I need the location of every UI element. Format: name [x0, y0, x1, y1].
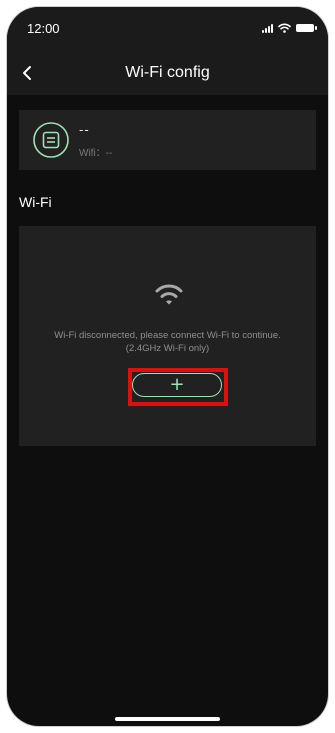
- wifi-disconnected-message: Wi-Fi disconnected, please connect Wi-Fi…: [19, 329, 316, 355]
- signal-icon: [262, 23, 273, 33]
- wifi-section-title: Wi-Fi: [19, 194, 52, 210]
- device-name: --: [79, 122, 90, 137]
- battery-icon: [296, 24, 317, 32]
- add-wifi-button[interactable]: +: [132, 373, 222, 397]
- page-title: Wi-Fi config: [125, 64, 210, 81]
- device-wifi-label: Wifi：--: [79, 148, 113, 159]
- wifi-message-line-2: (2.4GHz Wi-Fi only): [125, 343, 210, 354]
- nav-bar: Wi-Fi config: [7, 53, 328, 95]
- wifi-icon: [155, 284, 183, 305]
- wifi-card: Wi-Fi disconnected, please connect Wi-Fi…: [19, 226, 316, 446]
- phone-screen: 12:00 Wi-Fi config -- Wifi：-- Wi-Fi Wi-F…: [7, 7, 328, 726]
- wifi-icon: [278, 23, 291, 33]
- wifi-message-line-1: Wi-Fi disconnected, please connect Wi-Fi…: [54, 330, 281, 341]
- device-icon: [33, 122, 69, 158]
- home-indicator: [115, 717, 220, 721]
- device-card[interactable]: -- Wifi：--: [19, 110, 316, 170]
- status-time: 12:00: [27, 21, 60, 36]
- status-icons: [262, 23, 317, 33]
- status-bar: 12:00: [7, 7, 328, 53]
